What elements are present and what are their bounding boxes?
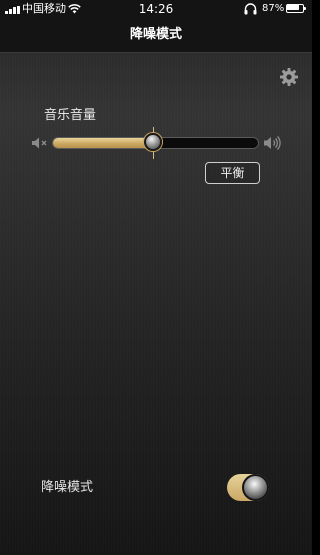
gear-icon[interactable] (279, 67, 299, 87)
headphone-icon (244, 3, 257, 15)
noise-mode-toggle[interactable] (227, 474, 269, 501)
music-volume-label: 音乐音量 (44, 108, 97, 123)
toggle-knob (242, 474, 269, 501)
battery-percentage: 87% (262, 3, 285, 14)
slider-thumb[interactable] (144, 133, 162, 151)
noise-mode-label: 降噪模式 (41, 480, 94, 495)
page-title: 降噪模式 (129, 27, 182, 42)
music-volume-slider[interactable] (52, 127, 259, 159)
balance-button[interactable]: 平衡 (205, 162, 260, 184)
app-screen: 中国移动 14:26 87% 降噪模式 音乐音量 平衡 降噪模式 (0, 0, 312, 555)
speaker-loud-icon (264, 136, 281, 150)
battery-icon (286, 4, 308, 14)
navigation-bar: 降噪模式 (0, 20, 312, 52)
speaker-mute-icon (32, 137, 47, 149)
status-bar: 中国移动 14:26 87% (0, 0, 312, 20)
slider-fill (53, 138, 153, 148)
